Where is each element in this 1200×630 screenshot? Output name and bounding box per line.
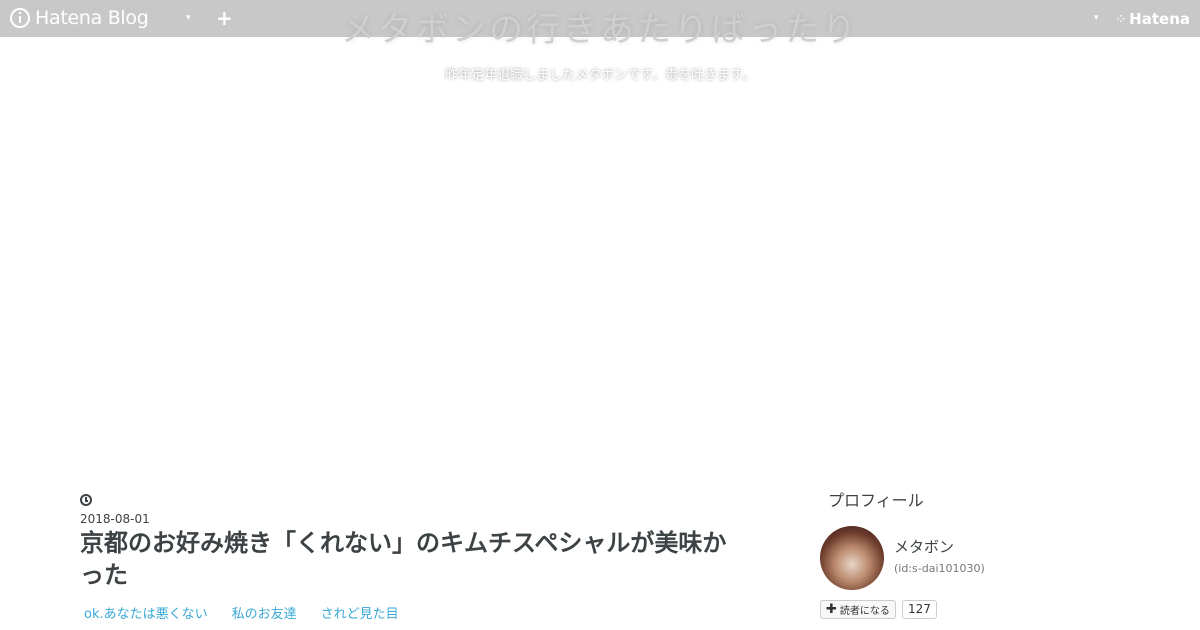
category-link[interactable]: ok.あなたは悪くない xyxy=(84,603,208,622)
profile-user-id[interactable]: (id:s-dai101030) xyxy=(894,562,985,575)
subscribe-label: 読者になる xyxy=(839,606,890,617)
clock-icon xyxy=(80,494,92,506)
entry-date[interactable]: 2018-08-01 xyxy=(80,512,150,526)
subscriber-count[interactable]: 127 xyxy=(902,600,937,619)
plus-icon: ✚ xyxy=(826,602,837,617)
profile-name[interactable]: メタボン xyxy=(894,536,954,557)
blog-description: 昨年定年退職しましたメタボンです。毒を吐きます。 xyxy=(445,68,755,83)
category-link[interactable]: 私のお友達 xyxy=(232,603,297,622)
entry-title[interactable]: 京都のお好み焼き「くれない」のキムチスペシャルが美味かった xyxy=(80,527,740,591)
subscribe-button[interactable]: ✚ 読者になる xyxy=(820,600,896,619)
profile-section-title: プロフィール xyxy=(828,491,924,510)
category-link[interactable]: されど見た目 xyxy=(321,603,399,622)
avatar[interactable] xyxy=(820,526,884,590)
entry-categories: ok.あなたは悪くない 私のお友達 されど見た目 xyxy=(84,603,399,622)
blog-title[interactable]: メタボンの行きあたりばったり xyxy=(0,2,1200,51)
